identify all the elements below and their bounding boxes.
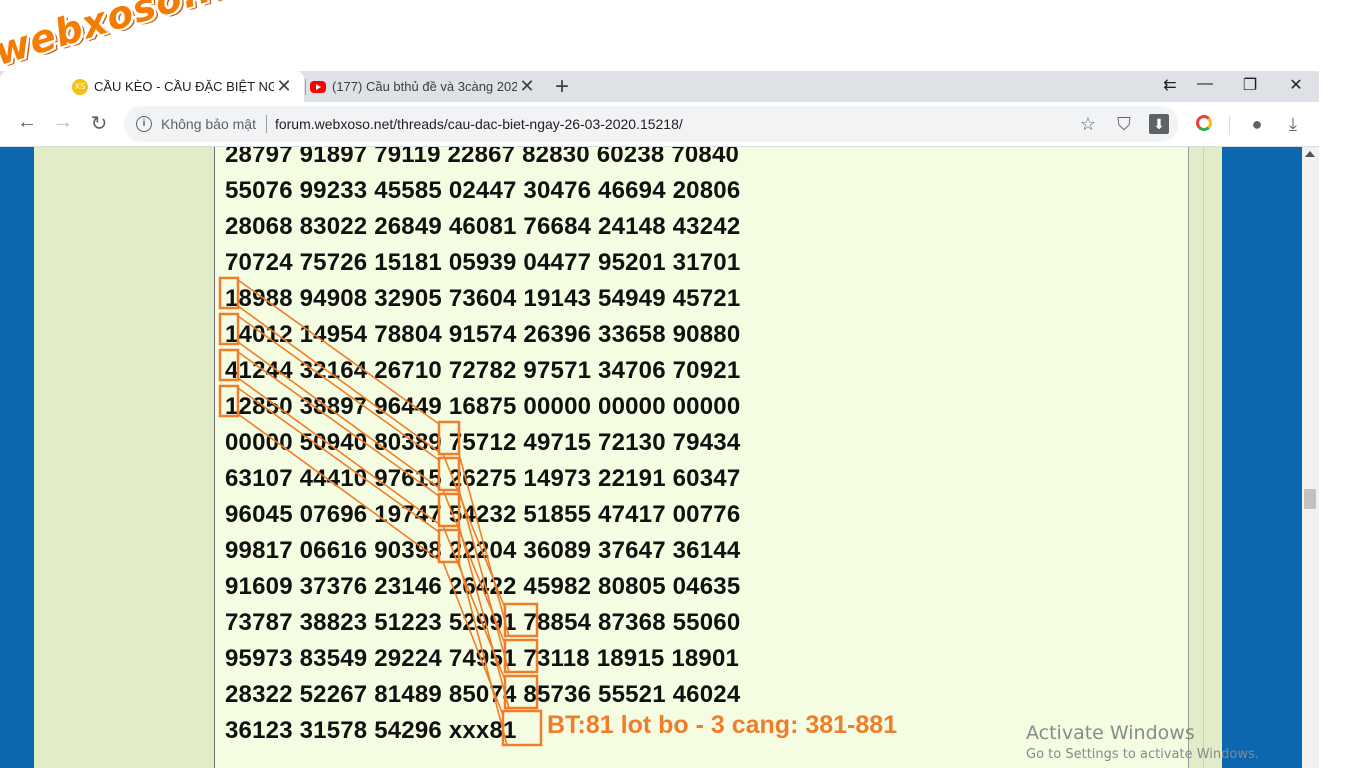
account-icon[interactable]: ● [1246,114,1268,135]
youtube-icon [310,80,326,93]
chrome-extension-icon[interactable] [1196,115,1212,131]
tab-label: CẦU KÈO - CẦU ĐẶC BIỆT NGÀY 26-03-2020 [94,79,274,94]
address-bar[interactable]: i Không bảo mật forum.webxoso.net/thread… [124,106,1178,142]
number-row: 96045 07696 19747 54232 51855 47417 0077… [225,501,741,528]
scroll-up-arrow-icon[interactable] [1305,151,1315,157]
scrollbar[interactable] [1302,147,1319,768]
number-row: 28797 91897 79119 22867 82830 60238 7084… [225,147,740,168]
activate-subtitle: Go to Settings to activate Windows. [1026,747,1259,762]
post-border-right [1188,147,1222,768]
back-button[interactable]: ← [14,111,40,134]
forum-page: 28797 91897 79119 22867 82830 60238 7084… [0,147,1302,768]
number-row: 95973 83549 29224 74951 73118 18915 1890… [225,645,740,672]
number-row: 00000 50940 80389 75712 49715 72130 7943… [225,429,741,456]
number-row: 70724 75726 15181 05939 04477 95201 3170… [225,249,741,276]
scroll-thumb[interactable] [1304,489,1316,509]
toolbar-divider [1229,116,1230,134]
number-row: 14012 14954 78804 91574 26396 33658 9088… [225,321,741,348]
number-row: 91609 37376 23146 26422 45982 80805 0463… [225,573,741,600]
page-margin-left [0,147,34,768]
close-window-button[interactable]: ✕ [1281,75,1311,95]
info-icon[interactable]: i [136,116,152,132]
restore-button[interactable]: ❐ [1235,75,1265,95]
post-sidebar [34,147,214,768]
number-table: 28797 91897 79119 22867 82830 60238 7084… [225,147,740,749]
xs-icon: XS [72,78,88,95]
webxoso-logo: webxoso.net [0,0,274,74]
tab-label: (177) Cầu bthủ đề và 3càng 2020 [332,79,517,94]
number-row: 28322 52267 81489 85074 85736 55521 4602… [225,681,741,708]
close-icon[interactable]: ✕ [274,76,294,97]
shield-icon[interactable]: ⛉ [1113,114,1135,135]
number-row: 55076 99233 45585 02447 30476 46694 2080… [225,177,741,204]
result-text: BT:81 lot bo - 3 cang: 381-881 [547,711,898,739]
reload-button[interactable]: ↻ [86,111,112,136]
number-row: 99817 06616 90398 22204 36089 37647 3614… [225,537,741,564]
forward-button[interactable]: → [50,111,76,134]
url-separator [265,115,267,133]
tab-youtube[interactable]: (177) Cầu bthủ đề và 3càng 2020 ✕ [306,71,544,102]
security-label: Không bảo mật [161,116,256,132]
download-extension-icon[interactable]: ⬇ [1149,114,1169,134]
star-icon[interactable]: ☆ [1077,114,1099,135]
tab-cau-keo[interactable]: XS CẦU KÈO - CẦU ĐẶC BIỆT NGÀY 26-03-202… [0,71,304,102]
url-text[interactable]: forum.webxoso.net/threads/cau-dac-biet-n… [275,116,683,132]
number-row: 73787 38823 51223 52991 78854 87368 5506… [225,609,741,636]
number-row: 18988 94908 32905 73604 19143 54949 4572… [225,285,741,312]
new-tab-button[interactable]: + [550,73,574,101]
close-icon[interactable]: ✕ [517,76,537,97]
number-row: 41244 32164 26710 72782 97571 34706 7092… [225,357,741,384]
number-row: 63107 44410 97615 26275 14973 22191 6034… [225,465,741,492]
tab-search-icon[interactable]: ⇇ [1155,75,1185,95]
activate-windows-notice: Activate Windows Go to Settings to activ… [1026,722,1259,762]
download-icon[interactable]: ⤓ [1282,114,1304,135]
page-margin-right [1222,147,1302,768]
minimize-button[interactable]: — [1190,75,1220,93]
tab-strip: XS CẦU KÈO - CẦU ĐẶC BIỆT NGÀY 26-03-202… [0,71,1319,102]
number-row: 12850 38897 96449 16875 00000 00000 0000… [225,393,741,420]
activate-title: Activate Windows [1026,722,1195,744]
browser-toolbar: ← → ↻ i Không bảo mật forum.webxoso.net/… [0,102,1319,147]
number-row: 28068 83022 26849 46081 76684 24148 4324… [225,213,741,240]
post-content: 28797 91897 79119 22867 82830 60238 7084… [214,147,1188,768]
